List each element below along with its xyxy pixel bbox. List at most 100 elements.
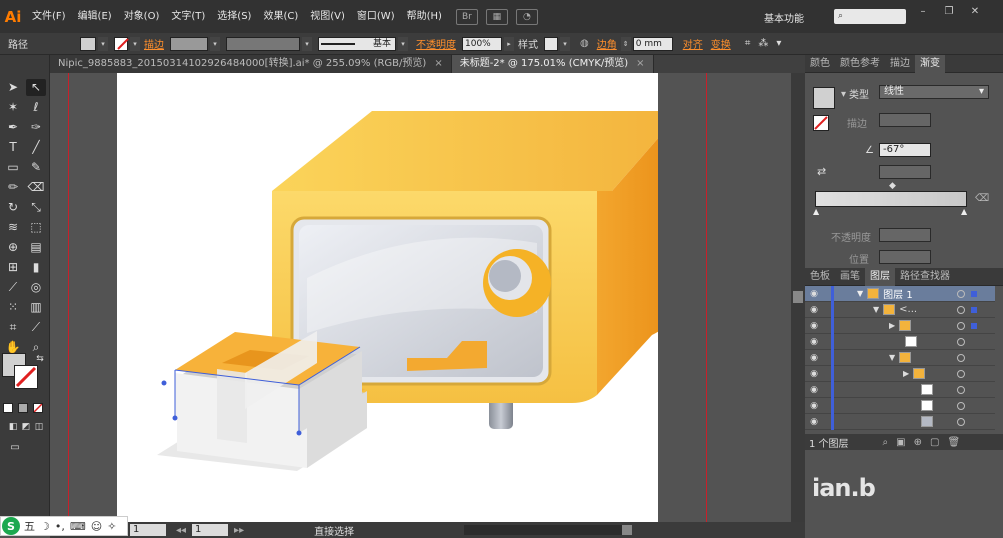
menu-edit[interactable]: 编辑(E) xyxy=(72,0,118,33)
symbol-sprayer-tool-icon[interactable]: ⁙ xyxy=(3,299,23,316)
horizontal-scroll-thumb[interactable] xyxy=(622,525,633,535)
tab-pathfinder[interactable]: 路径查找器 xyxy=(895,268,955,286)
ime-mode-label[interactable]: 五 xyxy=(24,518,35,534)
settings-icon[interactable]: ✧ xyxy=(107,520,116,533)
gradient-stop-right-icon[interactable]: ▲ xyxy=(961,207,967,216)
stroke-color-swatch[interactable] xyxy=(14,365,38,389)
menu-window[interactable]: 窗口(W) xyxy=(351,0,401,33)
eyedropper-tool-icon[interactable]: ⟋ xyxy=(3,279,23,296)
corner-radius-field[interactable]: 0 mm xyxy=(632,36,673,51)
lasso-tool-icon[interactable]: ℓ xyxy=(26,99,46,116)
vertical-scrollbar[interactable] xyxy=(791,73,805,522)
draw-inside-icon[interactable]: ◫ xyxy=(29,419,49,436)
layer-row[interactable]: ◉ xyxy=(805,381,995,398)
layer-row[interactable]: ◉ ▼ 图层 1 xyxy=(805,285,995,302)
align-panel-link[interactable]: 对齐 xyxy=(679,36,707,51)
visibility-eye-icon[interactable]: ◉ xyxy=(805,337,823,347)
none-mode-icon[interactable] xyxy=(33,403,43,413)
close-tab-icon[interactable]: × xyxy=(636,55,644,73)
restore-button[interactable]: ❐ xyxy=(938,6,960,20)
tab-brushes[interactable]: 画笔 xyxy=(835,268,865,286)
next-artboard-icon[interactable]: ▸▸ xyxy=(234,525,244,536)
layer-row[interactable]: ◉ xyxy=(805,397,995,414)
gradient-stroke-swatch[interactable] xyxy=(813,115,829,131)
column-graph-tool-icon[interactable]: ▥ xyxy=(26,299,46,316)
prev-artboard-icon[interactable]: ◂◂ xyxy=(176,525,186,536)
menu-type[interactable]: 文字(T) xyxy=(165,0,211,33)
minimize-button[interactable]: – xyxy=(912,6,934,20)
artboard-number-field[interactable]: 1 xyxy=(192,524,229,536)
target-circle-icon[interactable] xyxy=(957,369,965,378)
visibility-eye-icon[interactable]: ◉ xyxy=(805,305,823,315)
gradient-thumbnail[interactable] xyxy=(813,87,835,109)
tab-document-2[interactable]: 未标题-2* @ 175.01% (CMYK/预览) × xyxy=(451,55,654,73)
gradient-opacity-field[interactable] xyxy=(879,228,931,242)
visibility-eye-icon[interactable]: ◉ xyxy=(805,353,823,363)
target-circle-icon[interactable] xyxy=(957,337,965,346)
recolor-icon[interactable]: ◍ xyxy=(576,38,593,49)
tab-layers[interactable]: 图层 xyxy=(865,267,895,286)
target-circle-icon[interactable] xyxy=(957,289,965,298)
opacity-panel-link[interactable]: 不透明度 xyxy=(412,36,460,51)
mesh-tool-icon[interactable]: ⊞ xyxy=(3,259,23,276)
graphic-style-dropdown[interactable]: ▾ xyxy=(560,36,570,51)
layer-row[interactable]: ◉ ▶ xyxy=(805,317,995,334)
rectangle-tool-icon[interactable]: ▭ xyxy=(3,159,23,176)
canvas-area[interactable] xyxy=(50,73,791,522)
visibility-eye-icon[interactable]: ◉ xyxy=(805,321,823,331)
gradient-mode-icon[interactable] xyxy=(18,403,28,413)
target-circle-icon[interactable] xyxy=(957,321,965,330)
eraser-tool-icon[interactable]: ⌫ xyxy=(26,179,46,196)
menu-select[interactable]: 选择(S) xyxy=(211,0,257,33)
visibility-eye-icon[interactable]: ◉ xyxy=(805,289,823,299)
menu-help[interactable]: 帮助(H) xyxy=(401,0,448,33)
user-icon[interactable]: ☺ xyxy=(91,520,102,533)
gradient-type-select[interactable]: 线性 ▾ xyxy=(879,85,989,99)
free-transform-tool-icon[interactable]: ⬚ xyxy=(26,219,46,236)
opacity-field[interactable]: 100% xyxy=(462,36,502,51)
panel-menu-icon[interactable]: ▾ xyxy=(772,38,785,49)
tab-gradient[interactable]: 渐变 xyxy=(915,54,945,73)
gradient-slider[interactable] xyxy=(815,191,967,207)
target-circle-icon[interactable] xyxy=(957,353,965,362)
menu-view[interactable]: 视图(V) xyxy=(304,0,351,33)
layer-row[interactable]: ◉ ▼ <... xyxy=(805,301,995,318)
layer-row[interactable]: ◉ ▶ xyxy=(805,365,995,382)
target-circle-icon[interactable] xyxy=(957,385,965,394)
gpu-performance-icon[interactable]: ◔ xyxy=(515,8,538,25)
selection-indicator[interactable] xyxy=(971,322,977,329)
graphic-style-swatch[interactable] xyxy=(544,36,558,51)
menu-effect[interactable]: 效果(C) xyxy=(257,0,304,33)
group-name[interactable]: <... xyxy=(899,304,917,315)
gradient-thumbnail-dropdown[interactable]: ▾ xyxy=(841,89,846,100)
reverse-gradient-icon[interactable]: ⇄ xyxy=(817,165,826,178)
close-window-button[interactable]: ✕ xyxy=(964,6,986,20)
ime-toolbar[interactable]: S 五 ☽ •, ⌨ ☺ ✧ xyxy=(0,516,128,536)
safe-artwork[interactable] xyxy=(117,73,682,522)
corner-panel-link[interactable]: 边角 xyxy=(593,36,621,51)
magic-wand-tool-icon[interactable]: ✶ xyxy=(3,99,23,116)
stroke-dropdown[interactable]: ▾ xyxy=(130,36,140,51)
isolate-group-icon[interactable]: ⌗ xyxy=(741,38,755,49)
fill-dropdown[interactable]: ▾ xyxy=(98,36,108,51)
swap-fill-stroke-icon[interactable]: ⇆ xyxy=(30,351,50,368)
target-circle-icon[interactable] xyxy=(957,305,965,314)
expand-arrow-icon[interactable]: ▼ xyxy=(873,305,879,314)
keyboard-icon[interactable]: ⌨ xyxy=(70,520,86,533)
target-circle-icon[interactable] xyxy=(957,417,965,426)
tab-document-1[interactable]: Nipic_9885883_20150314102926484000[转换].a… xyxy=(50,55,452,73)
color-mode-icon[interactable] xyxy=(3,403,13,413)
stroke-swatch[interactable] xyxy=(114,36,129,51)
menu-file[interactable]: 文件(F) xyxy=(26,0,72,33)
opacity-dropdown[interactable]: ▸ xyxy=(504,36,514,51)
scale-tool-icon[interactable]: ⤡ xyxy=(26,199,46,216)
stroke-weight-dropdown[interactable]: ▾ xyxy=(210,36,220,51)
tab-swatches[interactable]: 色板 xyxy=(805,268,835,286)
gradient-angle-field[interactable]: -67° xyxy=(879,143,931,157)
stroke-weight-field[interactable] xyxy=(170,36,208,51)
stroke-panel-link[interactable]: 描边 xyxy=(140,36,168,51)
gradient-stop-left-icon[interactable]: ▲ xyxy=(813,207,819,216)
artboard[interactable] xyxy=(117,73,682,522)
tab-color[interactable]: 颜色 xyxy=(805,55,835,73)
warp-tool-icon[interactable]: ≋ xyxy=(3,219,23,236)
